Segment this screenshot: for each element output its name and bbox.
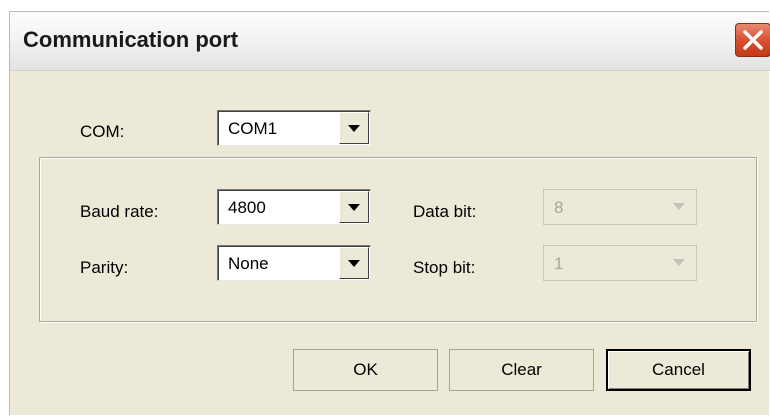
close-x-icon: [743, 30, 763, 50]
dialog-title: Communication port: [23, 27, 239, 52]
parity-dropdown-arrow-icon[interactable]: [339, 247, 369, 279]
cancel-button[interactable]: Cancel: [606, 349, 751, 391]
parity-label: Parity:: [80, 258, 129, 277]
stop-bit-select: 1: [543, 245, 697, 281]
data-bit-label: Data bit:: [413, 202, 477, 221]
parity-select[interactable]: None: [217, 245, 371, 281]
data-bit-select: 8: [543, 189, 697, 225]
communication-port-dialog: Communication port COM: COM1 Baud rate: …: [9, 11, 770, 415]
baud-rate-value: 4800: [228, 198, 266, 217]
com-dropdown-arrow-icon[interactable]: [339, 112, 369, 144]
baud-rate-select[interactable]: 4800: [217, 189, 371, 225]
com-select[interactable]: COM1: [217, 110, 371, 146]
stop-bit-label: Stop bit:: [413, 258, 476, 277]
com-label: COM:: [80, 122, 125, 141]
data-bit-value: 8: [554, 198, 564, 217]
stop-bit-dropdown-arrow-icon: [665, 247, 695, 279]
stop-bit-value: 1: [554, 254, 564, 273]
data-bit-dropdown-arrow-icon: [665, 191, 695, 223]
ok-button[interactable]: OK: [293, 349, 438, 391]
title-bar[interactable]: Communication port: [10, 12, 770, 71]
baud-rate-dropdown-arrow-icon[interactable]: [339, 191, 369, 223]
baud-rate-label: Baud rate:: [80, 202, 159, 221]
close-button[interactable]: [735, 23, 770, 57]
parity-value: None: [228, 254, 269, 273]
com-select-value: COM1: [228, 119, 278, 138]
clear-button[interactable]: Clear: [449, 349, 594, 391]
serial-settings-group: [39, 157, 757, 322]
